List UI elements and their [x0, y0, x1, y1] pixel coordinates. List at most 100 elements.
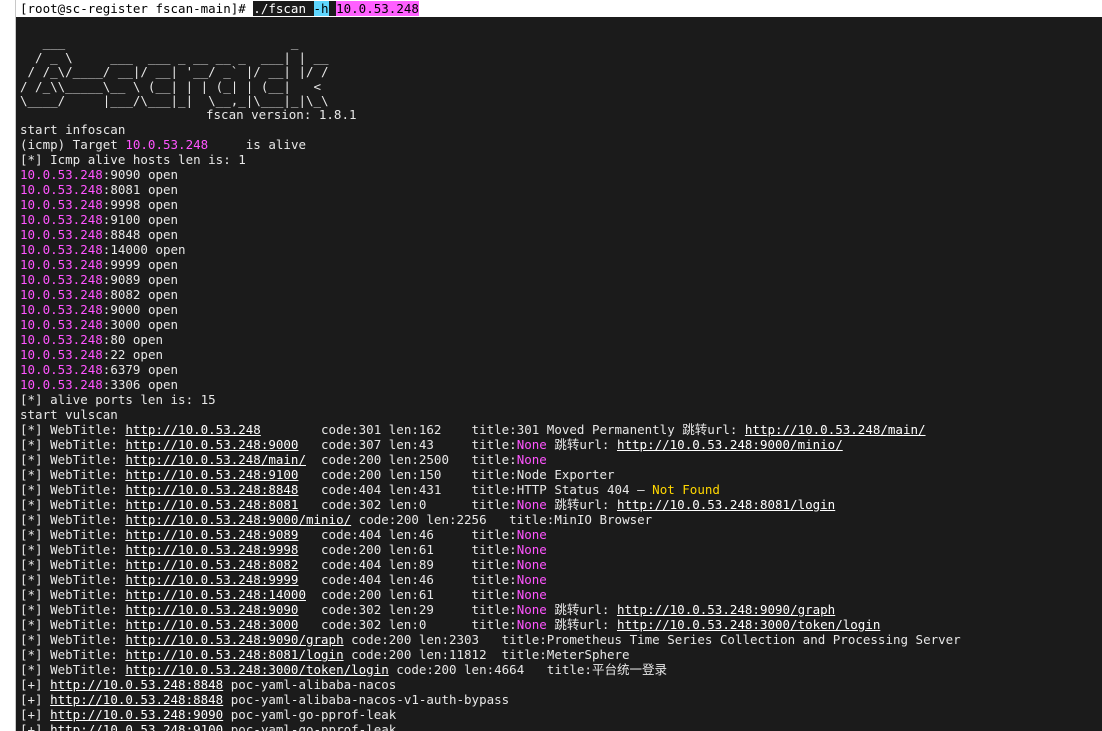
output-text: :9999 open [102, 257, 179, 272]
ip-address: 10.0.53.248 [20, 167, 103, 182]
output-text: 跳转url: [546, 617, 617, 632]
output-text: code:301 len:162 title:301 Moved Permane… [260, 422, 745, 437]
output-text: [*] WebTitle: [20, 632, 126, 647]
title-none: None [516, 542, 547, 557]
fscan-ascii-banner: ___ _ / _ \ ___ ___ _ __ __ _ ___| | __ … [20, 35, 329, 108]
url-link[interactable]: http://10.0.53.248:8081/login [617, 497, 835, 512]
output-text: [*] WebTitle: [20, 437, 126, 452]
title-none: None [516, 602, 547, 617]
ip-address: 10.0.53.248 [20, 197, 103, 212]
url-link[interactable]: http://10.0.53.248:9090 [50, 707, 223, 722]
output-line: 10.0.53.248:8848 open [20, 227, 961, 242]
output-line: [+] http://10.0.53.248:8848 poc-yaml-ali… [20, 692, 961, 707]
ip-address: 10.0.53.248 [20, 347, 103, 362]
url-link[interactable]: http://10.0.53.248:9090 [125, 602, 298, 617]
url-link[interactable]: http://10.0.53.248:9090/graph [125, 632, 343, 647]
url-link[interactable]: http://10.0.53.248:8082 [125, 557, 298, 572]
output-line: [*] WebTitle: http://10.0.53.248:9090 co… [20, 602, 961, 617]
output-text: code:200 len:11812 title:MeterSphere [343, 647, 630, 662]
output-text: poc-yaml-alibaba-nacos-v1-auth-bypass [223, 692, 510, 707]
output-text: code:200 len:61 title: [305, 587, 517, 602]
url-link[interactable]: http://10.0.53.248:8848 [50, 677, 223, 692]
url-link[interactable]: http://10.0.53.248:9100 [125, 467, 298, 482]
title-none: None [516, 617, 547, 632]
output-line: [+] http://10.0.53.248:8848 poc-yaml-ali… [20, 677, 961, 692]
output-text: [*] WebTitle: [20, 512, 126, 527]
output-text: :9090 open [102, 167, 179, 182]
output-text: code:200 len:2303 title:Prometheus Time … [343, 632, 961, 647]
fscan-version: fscan version: 1.8.1 [206, 107, 357, 122]
title-none: None [516, 527, 547, 542]
not-found-text: Not Found [652, 482, 720, 497]
url-link[interactable]: http://10.0.53.248/main/ [745, 422, 926, 437]
url-link[interactable]: http://10.0.53.248:3000 [125, 617, 298, 632]
output-line: [*] WebTitle: http://10.0.53.248:8081/lo… [20, 647, 961, 662]
output-text: code:302 len:0 title: [298, 497, 517, 512]
output-line: [*] WebTitle: http://10.0.53.248:9000/mi… [20, 512, 961, 527]
url-link[interactable]: http://10.0.53.248:9089 [125, 527, 298, 542]
url-link[interactable]: http://10.0.53.248:9090/graph [617, 602, 835, 617]
output-text: :3306 open [102, 377, 179, 392]
url-link[interactable]: http://10.0.53.248:9000/minio/ [125, 512, 351, 527]
url-link[interactable]: http://10.0.53.248:9999 [125, 572, 298, 587]
output-text: :8081 open [102, 182, 179, 197]
output-text: :9089 open [102, 272, 179, 287]
output-line: 10.0.53.248:8081 open [20, 182, 961, 197]
ip-address: 10.0.53.248 [125, 137, 209, 152]
output-line: [*] WebTitle: http://10.0.53.248/main/ c… [20, 452, 961, 467]
url-link[interactable]: http://10.0.53.248:8081/login [125, 647, 343, 662]
output-text: code:200 len:150 title:Node Exporter [298, 467, 615, 482]
output-line: [*] Icmp alive hosts len is: 1 [20, 152, 961, 167]
title-none: None [516, 572, 547, 587]
command-space [305, 1, 314, 16]
url-link[interactable]: http://10.0.53.248 [125, 422, 260, 437]
command-target-ip[interactable]: 10.0.53.248 [336, 1, 419, 16]
command-prompt-line[interactable]: [root@sc-register fscan-main]# ./fscan -… [16, 0, 1102, 17]
output-text: code:404 len:89 title: [298, 557, 517, 572]
output-text: code:404 len:46 title: [298, 572, 517, 587]
output-text: [*] Icmp alive hosts len is: 1 [20, 152, 246, 167]
output-text: :3000 open [102, 317, 179, 332]
url-link[interactable]: http://10.0.53.248:8081 [125, 497, 298, 512]
output-text: :9000 open [102, 302, 179, 317]
output-text: [*] WebTitle: [20, 542, 126, 557]
command-space-2 [328, 1, 337, 16]
terminal-output[interactable]: start infoscan (icmp) Target 10.0.53.248 … [20, 122, 961, 731]
ip-address: 10.0.53.248 [20, 332, 103, 347]
output-text: code:404 len:46 title: [298, 527, 517, 542]
output-text: :9100 open [102, 212, 179, 227]
output-line: [*] WebTitle: http://10.0.53.248:8848 co… [20, 482, 961, 497]
url-link[interactable]: http://10.0.53.248/main/ [125, 452, 306, 467]
output-line: 10.0.53.248:9100 open [20, 212, 961, 227]
output-text: [*] WebTitle: [20, 452, 126, 467]
output-line: 10.0.53.248:9090 open [20, 167, 961, 182]
output-text: code:302 len:0 title: [298, 617, 517, 632]
url-link[interactable]: http://10.0.53.248:3000/token/login [125, 662, 388, 677]
output-line: [*] WebTitle: http://10.0.53.248:9100 co… [20, 467, 961, 482]
command-flag[interactable]: -h [313, 1, 329, 16]
url-link[interactable]: http://10.0.53.248:9000/minio/ [617, 437, 843, 452]
output-text: [*] WebTitle: [20, 617, 126, 632]
output-line: [+] http://10.0.53.248:9100 poc-yaml-go-… [20, 722, 961, 731]
url-link[interactable]: http://10.0.53.248:9998 [125, 542, 298, 557]
url-link[interactable]: http://10.0.53.248:9100 [50, 722, 223, 731]
output-text: code:200 len:4664 title:平台统一登录 [388, 662, 667, 677]
terminal-window[interactable]: [root@sc-register fscan-main]# ./fscan -… [16, 0, 1102, 731]
output-text: start vulscan [20, 407, 118, 422]
output-text: :9998 open [102, 197, 179, 212]
output-line: [*] WebTitle: http://10.0.53.248:9998 co… [20, 542, 961, 557]
ip-address: 10.0.53.248 [20, 377, 103, 392]
url-link[interactable]: http://10.0.53.248:3000/token/login [617, 617, 880, 632]
output-line: [*] WebTitle: http://10.0.53.248:14000 c… [20, 587, 961, 602]
output-text: [*] WebTitle: [20, 602, 126, 617]
output-text: [*] WebTitle: [20, 587, 126, 602]
url-link[interactable]: http://10.0.53.248:8848 [50, 692, 223, 707]
url-link[interactable]: http://10.0.53.248:8848 [125, 482, 298, 497]
command-text[interactable]: ./fscan [253, 1, 306, 16]
url-link[interactable]: http://10.0.53.248:9000 [125, 437, 298, 452]
output-line: (icmp) Target 10.0.53.248 is alive [20, 137, 961, 152]
title-none: None [516, 557, 547, 572]
output-line: start vulscan [20, 407, 961, 422]
url-link[interactable]: http://10.0.53.248:14000 [125, 587, 306, 602]
output-line: 10.0.53.248:3000 open [20, 317, 961, 332]
